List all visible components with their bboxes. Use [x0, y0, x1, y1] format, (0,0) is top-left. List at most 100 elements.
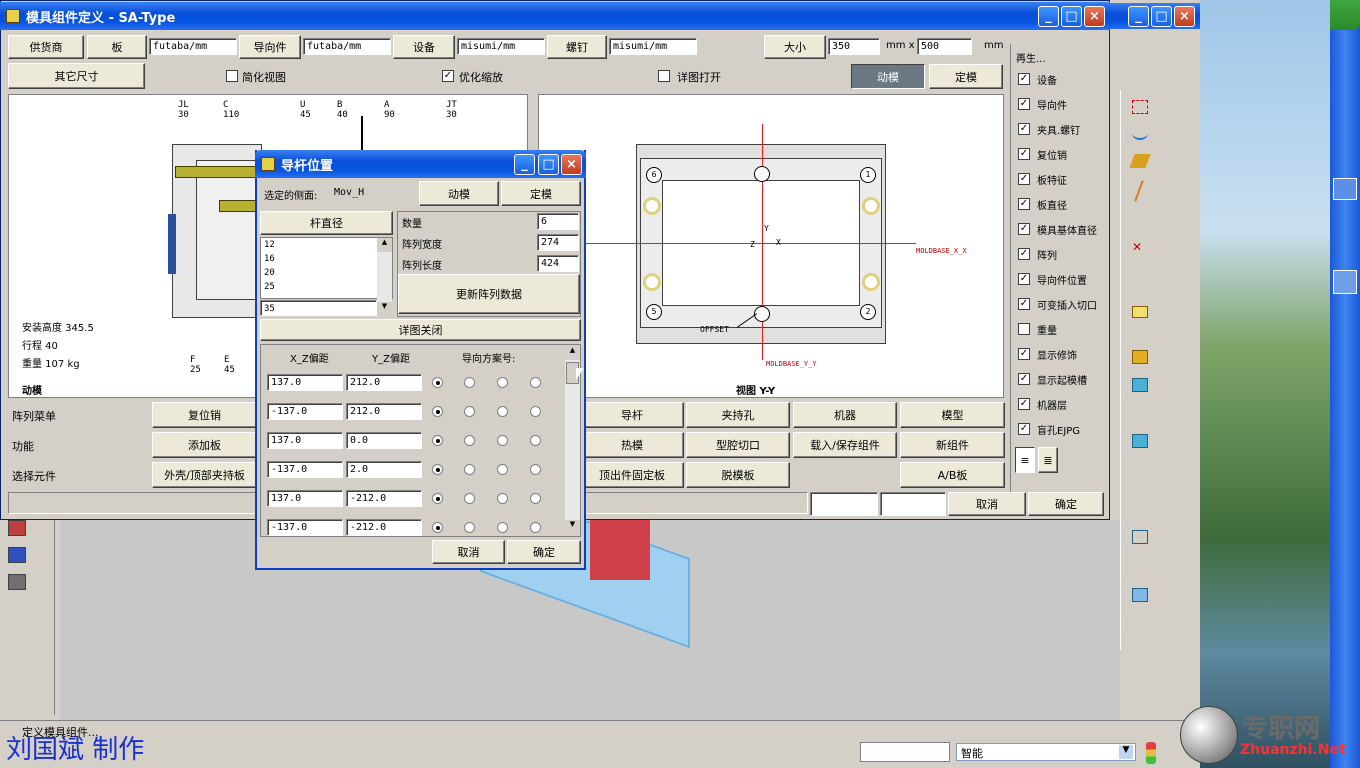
direction-scheme-radio[interactable] [497, 406, 508, 417]
supplier-button[interactable]: 供货商 [8, 35, 84, 59]
yz-offset-field[interactable]: 212.0 [346, 403, 422, 420]
yz-offset-field[interactable]: -212.0 [346, 519, 422, 536]
regenerate-checkbox[interactable]: ✓ [1018, 98, 1030, 110]
note-tool-icon[interactable] [1132, 306, 1148, 318]
taskbar-app-icon[interactable] [1333, 178, 1357, 200]
tool-icon[interactable] [8, 574, 26, 590]
minimize-button[interactable]: _ [1038, 6, 1059, 27]
regenerate-checkbox[interactable]: ✓ [1018, 248, 1030, 260]
screw-button[interactable]: 螺钉 [547, 35, 607, 59]
detail-view-icon[interactable]: ≣ [1038, 447, 1058, 473]
point-tool-icon[interactable]: ✕ [1132, 240, 1148, 254]
fixed-half-button[interactable]: 定模 [929, 64, 1003, 89]
dialog-close-button[interactable]: × [561, 154, 582, 175]
direction-scheme-radio[interactable] [530, 406, 541, 417]
detail-open-checkbox[interactable] [658, 70, 670, 82]
direction-scheme-radio[interactable] [432, 464, 443, 475]
clamp-hole-button[interactable]: 夹持孔 [686, 402, 790, 428]
model-button[interactable]: 模型 [900, 402, 1005, 428]
direction-scheme-radio[interactable] [464, 435, 475, 446]
start-button[interactable] [1330, 0, 1360, 30]
tool-icon[interactable] [8, 520, 26, 536]
machine-button[interactable]: 机器 [793, 402, 897, 428]
stripper-plate-button[interactable]: 脱模板 [686, 462, 790, 488]
equipment-button[interactable]: 设备 [393, 35, 455, 59]
size-height-field[interactable]: 500 [917, 38, 972, 55]
direction-scheme-radio[interactable] [497, 493, 508, 504]
feature-tool-icon[interactable] [1132, 530, 1148, 544]
diameter-listbox[interactable] [260, 237, 393, 299]
direction-scheme-radio[interactable] [464, 493, 475, 504]
dialog-ok-button[interactable]: 确定 [507, 540, 581, 564]
array-length-field[interactable]: 424 [537, 255, 579, 272]
direction-scheme-radio[interactable] [530, 377, 541, 388]
plate-supplier-field[interactable]: futaba/mm [149, 38, 237, 55]
dialog-fixed-button[interactable]: 定模 [501, 181, 581, 206]
yz-offset-field[interactable]: 0.0 [346, 432, 422, 449]
rod-diameter-button[interactable]: 杆直径 [260, 211, 393, 235]
feature-tool-icon[interactable] [1132, 378, 1148, 392]
scroll-up-icon[interactable]: ▲ [377, 238, 392, 252]
taskbar-app-icon[interactable] [1333, 270, 1357, 294]
add-plate-button[interactable]: 添加板 [152, 432, 257, 458]
moving-half-button[interactable]: 动模 [851, 64, 925, 89]
direction-scheme-radio[interactable] [530, 493, 541, 504]
simplify-view-checkbox[interactable] [226, 70, 238, 82]
cavity-cut-button[interactable]: 型腔切口 [686, 432, 790, 458]
guide-rod-button[interactable]: 导杆 [580, 402, 684, 428]
hot-mold-button[interactable]: 热模 [580, 432, 684, 458]
guide-button[interactable]: 导向件 [239, 35, 301, 59]
detail-close-button[interactable]: 详图关闭 [260, 319, 581, 341]
regenerate-checkbox[interactable]: ✓ [1018, 348, 1030, 360]
regenerate-checkbox[interactable]: ✓ [1018, 298, 1030, 310]
dialog-maximize-button[interactable]: □ [538, 154, 559, 175]
size-button[interactable]: 大小 [764, 35, 826, 59]
regenerate-checkbox[interactable]: ✓ [1018, 123, 1030, 135]
direction-scheme-radio[interactable] [432, 493, 443, 504]
xz-offset-field[interactable]: -137.0 [267, 403, 343, 420]
regenerate-checkbox[interactable]: ✓ [1018, 398, 1030, 410]
scroll-up-icon[interactable]: ▲ [565, 346, 580, 360]
feature-tool-icon[interactable] [1132, 434, 1148, 448]
dialog-minimize-button[interactable]: _ [514, 154, 535, 175]
diameter-list-item[interactable]: 12 [264, 240, 275, 250]
regenerate-checkbox[interactable]: ✓ [1018, 273, 1030, 285]
direction-scheme-radio[interactable] [432, 377, 443, 388]
yz-offset-field[interactable]: -212.0 [346, 490, 422, 507]
yz-offset-field[interactable]: 2.0 [346, 461, 422, 478]
regenerate-checkbox[interactable]: ✓ [1018, 198, 1030, 210]
direction-scheme-radio[interactable] [530, 435, 541, 446]
other-size-button[interactable]: 其它尺寸 [8, 63, 145, 89]
direction-scheme-radio[interactable] [497, 522, 508, 533]
return-pin-button[interactable]: 复位销 [152, 402, 257, 428]
bg-minimize-button[interactable]: _ [1128, 6, 1149, 27]
direction-scheme-radio[interactable] [464, 377, 475, 388]
diameter-list-item[interactable]: 25 [264, 282, 275, 292]
equipment-supplier-field[interactable]: misumi/mm [457, 38, 545, 55]
dialog-cancel-button[interactable]: 取消 [432, 540, 505, 564]
direction-scheme-radio[interactable] [432, 435, 443, 446]
regenerate-checkbox[interactable]: ✓ [1018, 173, 1030, 185]
optimize-zoom-checkbox[interactable]: ✓ [442, 70, 454, 82]
dialog-moving-button[interactable]: 动模 [419, 181, 499, 206]
direction-scheme-radio[interactable] [464, 406, 475, 417]
maximize-button[interactable]: □ [1061, 6, 1082, 27]
update-array-button[interactable]: 更新阵列数据 [398, 274, 580, 314]
diameter-list-item[interactable]: 16 [264, 254, 275, 264]
ejector-retainer-plate-button[interactable]: 顶出件固定板 [580, 462, 684, 488]
sketch-tool-icon[interactable] [1132, 100, 1148, 114]
scroll-down-icon[interactable]: ▼ [377, 302, 392, 316]
close-button[interactable]: × [1084, 6, 1105, 27]
list-view-icon[interactable]: ≡ [1015, 447, 1035, 473]
main-cancel-button[interactable]: 取消 [948, 492, 1026, 516]
direction-scheme-radio[interactable] [497, 435, 508, 446]
diameter-selected-field[interactable]: 35 [260, 300, 377, 316]
direction-scheme-radio[interactable] [497, 464, 508, 475]
housing-clamp-plate-button[interactable]: 外壳/顶部夹持板 [152, 462, 257, 488]
guide-supplier-field[interactable]: futaba/mm [303, 38, 391, 55]
ab-plate-button[interactable]: A/B板 [900, 462, 1005, 488]
quantity-field[interactable]: 6 [537, 213, 579, 230]
xz-offset-field[interactable]: 137.0 [267, 432, 343, 449]
direction-scheme-radio[interactable] [432, 406, 443, 417]
tool-icon[interactable] [8, 547, 26, 563]
